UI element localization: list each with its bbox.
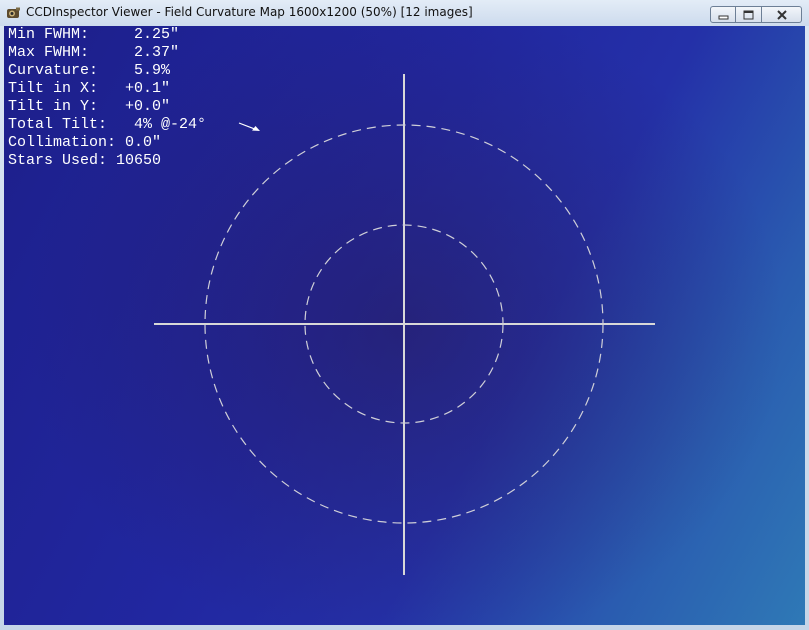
window-controls <box>710 6 802 23</box>
tilt-direction-arrow-icon <box>238 122 260 131</box>
stat-stars-used: Stars Used: 10650 <box>8 152 162 169</box>
close-icon <box>777 10 787 20</box>
stat-tilt-y: Tilt in Y: +0.0" <box>8 98 171 115</box>
maximize-icon <box>743 10 754 20</box>
stat-max-fwhm: Max FWHM: 2.37" <box>8 44 180 61</box>
minimize-button[interactable] <box>710 6 736 23</box>
stat-curvature: Curvature: 5.9% <box>8 62 171 79</box>
stats-panel: Min FWHM: 2.25" Max FWHM: 2.37" Curvatur… <box>8 26 206 170</box>
app-icon[interactable] <box>6 6 21 21</box>
maximize-button[interactable] <box>736 6 762 23</box>
minimize-icon <box>718 15 729 20</box>
curvature-map-view[interactable]: Min FWHM: 2.25" Max FWHM: 2.37" Curvatur… <box>4 26 805 625</box>
stat-total-tilt: Total Tilt: 4% @-24° <box>8 116 207 133</box>
stat-min-fwhm: Min FWHM: 2.25" <box>8 26 180 43</box>
app-window: CCDInspector Viewer - Field Curvature Ma… <box>0 0 809 630</box>
window-title: CCDInspector Viewer - Field Curvature Ma… <box>26 5 473 19</box>
title-bar[interactable]: CCDInspector Viewer - Field Curvature Ma… <box>0 0 809 26</box>
stat-collimation: Collimation: 0.0" <box>8 134 162 151</box>
close-button[interactable] <box>762 6 802 23</box>
stat-tilt-x: Tilt in X: +0.1" <box>8 80 171 97</box>
